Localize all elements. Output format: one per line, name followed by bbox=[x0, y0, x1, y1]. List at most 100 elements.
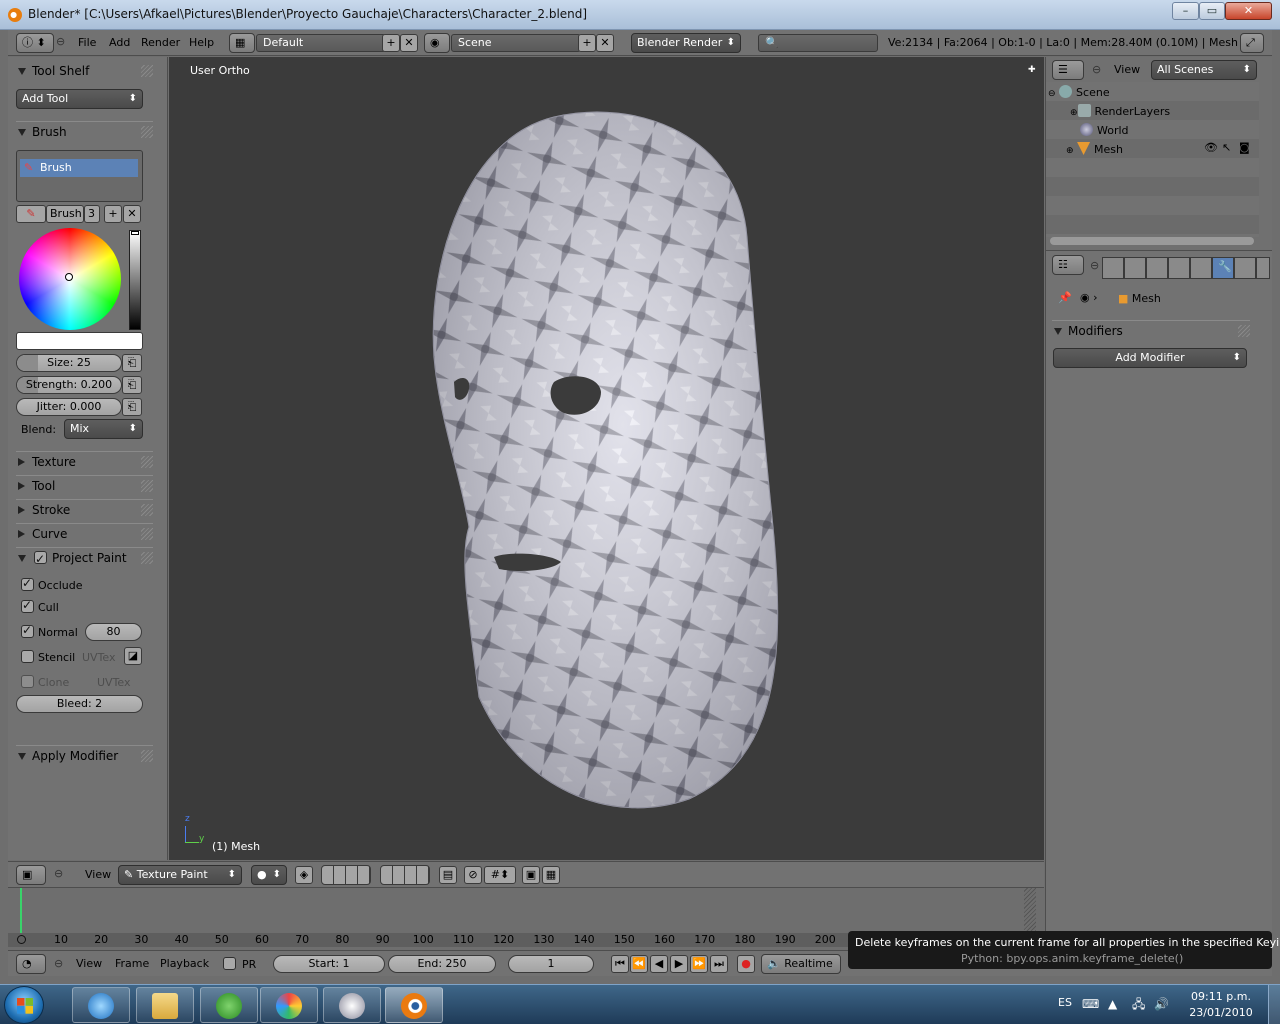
taskbar-explorer[interactable] bbox=[136, 987, 194, 1023]
outliner-item-world[interactable]: World bbox=[1080, 121, 1129, 140]
brush-users-count[interactable]: 3 bbox=[84, 205, 100, 223]
menu-add[interactable]: Add bbox=[109, 36, 130, 49]
clock-time[interactable]: 09:11 p.m. bbox=[1186, 990, 1256, 1003]
brush-panel-header[interactable]: Brush bbox=[16, 121, 153, 141]
jitter-field[interactable]: Jitter: 0.000 bbox=[16, 398, 122, 416]
start-frame-field[interactable]: Start: 1 bbox=[273, 955, 385, 973]
collapse-menu-icon[interactable]: ⊖ bbox=[1092, 63, 1101, 76]
collapse-menu-icon[interactable]: ⊖ bbox=[54, 867, 63, 880]
color-wheel[interactable] bbox=[19, 228, 121, 330]
brush-color-swatch[interactable] bbox=[16, 332, 143, 350]
menu-help[interactable]: Help bbox=[189, 36, 214, 49]
close-button[interactable]: ✕ bbox=[1225, 2, 1272, 20]
selectable-cursor-icon[interactable]: ↖ bbox=[1222, 141, 1231, 154]
jump-start-icon[interactable]: ⏮ bbox=[611, 955, 629, 973]
jump-end-icon[interactable]: ⏭ bbox=[710, 955, 728, 973]
current-frame-field[interactable]: 1 bbox=[508, 955, 594, 973]
tool-panel-header[interactable]: Tool bbox=[16, 475, 153, 495]
show-desktop-button[interactable] bbox=[1268, 985, 1280, 1024]
tool-shelf-header[interactable]: Tool Shelf bbox=[16, 61, 153, 81]
keyboard-icon[interactable]: ⌨ bbox=[1082, 997, 1099, 1011]
strength-field[interactable]: Strength: 0.200 bbox=[16, 376, 122, 394]
visibility-eye-icon[interactable]: 👁 bbox=[1204, 141, 1218, 154]
pin-icon[interactable]: 📌 bbox=[1058, 291, 1072, 304]
taskbar-messenger[interactable] bbox=[200, 987, 258, 1023]
modifiers-panel-header[interactable]: Modifiers bbox=[1052, 320, 1250, 340]
add-layout-icon[interactable]: + bbox=[382, 34, 400, 52]
add-tool-dropdown[interactable]: Add Tool bbox=[16, 89, 143, 109]
size-pressure-icon[interactable]: ⎗ bbox=[122, 354, 142, 372]
timeline-scroll-grip[interactable] bbox=[1024, 888, 1036, 933]
add-modifier-dropdown[interactable]: Add Modifier bbox=[1053, 348, 1247, 368]
network-icon[interactable]: 🖧 bbox=[1132, 997, 1146, 1011]
clone-checkbox[interactable] bbox=[21, 675, 34, 688]
collapse-menu-icon[interactable]: ⊖ bbox=[56, 35, 65, 48]
language-indicator[interactable]: ES bbox=[1058, 996, 1072, 1009]
tab-world[interactable] bbox=[1146, 257, 1168, 279]
stroke-panel-header[interactable]: Stroke bbox=[16, 499, 153, 519]
delete-scene-icon[interactable]: ✕ bbox=[596, 34, 614, 52]
tab-scene[interactable] bbox=[1124, 257, 1146, 279]
brush-list-item[interactable]: ✎ Brush bbox=[20, 159, 138, 177]
play-reverse-icon[interactable]: ◀ bbox=[650, 955, 668, 973]
next-keyframe-icon[interactable]: ⏩ bbox=[690, 955, 708, 973]
bleed-field[interactable]: Bleed: 2 bbox=[16, 695, 143, 713]
sync-mode-dropdown[interactable]: 🔈 Realtime bbox=[761, 954, 841, 974]
normal-angle-field[interactable]: 80 bbox=[85, 623, 142, 641]
mask-mesh[interactable] bbox=[432, 111, 779, 809]
brush-type-icon[interactable]: ✎ bbox=[16, 205, 46, 223]
record-icon[interactable]: ● bbox=[737, 955, 755, 973]
stencil-invert-icon[interactable]: ◪ bbox=[124, 647, 142, 665]
layer-buttons-group-2[interactable] bbox=[380, 865, 430, 885]
menu-render[interactable]: Render bbox=[141, 36, 180, 49]
face-mask-icon[interactable]: ◈ bbox=[295, 866, 313, 884]
tab-render[interactable] bbox=[1102, 257, 1124, 279]
drag-grip-icon[interactable] bbox=[141, 456, 153, 468]
mode-dropdown[interactable]: ✎ Texture Paint bbox=[118, 865, 242, 885]
project-paint-panel-header[interactable]: Project Paint bbox=[16, 547, 153, 569]
editor-type-properties-icon[interactable]: ☷ bbox=[1052, 255, 1084, 275]
tab-object[interactable] bbox=[1168, 257, 1190, 279]
collapse-menu-icon[interactable]: ⊖ bbox=[1090, 259, 1099, 272]
drag-grip-icon[interactable] bbox=[141, 126, 153, 138]
blend-dropdown[interactable]: Mix bbox=[64, 419, 143, 439]
screen-layout-icon[interactable]: ▦ bbox=[229, 33, 255, 53]
snap-icon[interactable]: ⊘ bbox=[464, 866, 482, 884]
playback-menu[interactable]: Playback bbox=[160, 957, 209, 970]
tab-modifiers[interactable]: 🔧 bbox=[1212, 257, 1234, 279]
color-picker-cursor[interactable] bbox=[65, 273, 73, 281]
taskbar-paint[interactable] bbox=[260, 987, 318, 1023]
drag-grip-icon[interactable] bbox=[141, 504, 153, 516]
jitter-pressure-icon[interactable]: ⎗ bbox=[122, 398, 142, 416]
renderable-camera-icon[interactable]: ◙ bbox=[1239, 141, 1250, 154]
render-opengl-icon[interactable]: ▣ bbox=[522, 866, 540, 884]
volume-icon[interactable]: 🔊 bbox=[1154, 997, 1169, 1011]
outliner-item-scene[interactable]: ⊖ Scene bbox=[1048, 83, 1110, 102]
frame-menu[interactable]: Frame bbox=[115, 957, 149, 970]
view-menu[interactable]: View bbox=[85, 868, 111, 881]
play-icon[interactable]: ▶ bbox=[670, 955, 688, 973]
size-field[interactable]: Size: 25 bbox=[16, 354, 122, 372]
render-animation-icon[interactable]: ▦ bbox=[542, 866, 560, 884]
drag-grip-icon[interactable] bbox=[141, 750, 153, 762]
editor-type-timeline-icon[interactable]: ◔ bbox=[16, 954, 46, 974]
start-button[interactable] bbox=[4, 986, 44, 1024]
render-engine-dropdown[interactable]: Blender Render bbox=[631, 33, 741, 53]
drag-grip-icon[interactable] bbox=[141, 480, 153, 492]
view-menu[interactable]: View bbox=[76, 957, 102, 970]
layer-buttons-group-1[interactable] bbox=[321, 865, 371, 885]
strength-pressure-icon[interactable]: ⎗ bbox=[122, 376, 142, 394]
occlude-checkbox[interactable] bbox=[21, 576, 34, 591]
clock-date[interactable]: 23/01/2010 bbox=[1186, 1006, 1256, 1019]
drag-grip-icon[interactable] bbox=[141, 528, 153, 540]
taskbar-ie[interactable] bbox=[72, 987, 130, 1023]
tab-constraints[interactable] bbox=[1190, 257, 1212, 279]
preview-range-checkbox[interactable] bbox=[223, 957, 236, 970]
normal-checkbox[interactable] bbox=[21, 623, 34, 638]
drag-grip-icon[interactable] bbox=[1238, 325, 1250, 337]
scene-field[interactable]: Scene bbox=[451, 34, 581, 52]
outliner-filter-dropdown[interactable]: All Scenes bbox=[1151, 60, 1257, 80]
3d-viewport[interactable]: User Ortho ✚ z y (1) Mesh bbox=[169, 57, 1044, 860]
taskbar-media[interactable] bbox=[323, 987, 381, 1023]
brush-name-field[interactable]: Brush bbox=[46, 205, 84, 223]
